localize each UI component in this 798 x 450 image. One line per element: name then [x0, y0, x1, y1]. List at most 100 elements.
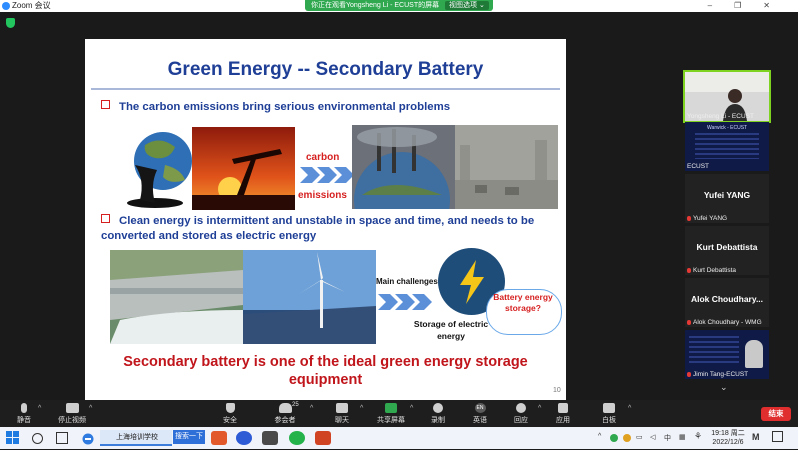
share-banner-text: 你正在观看Yongsheng Li - ECUST的屏幕: [311, 2, 440, 9]
encryption-shield-icon[interactable]: [6, 18, 15, 28]
search-button[interactable]: 搜索一下: [173, 430, 205, 444]
language-icon: EN: [474, 403, 486, 413]
apps-button[interactable]: 应用: [543, 403, 583, 425]
share-screen-button[interactable]: 共享屏幕: [371, 403, 411, 425]
participant-caption: ECUST: [687, 163, 710, 170]
language-button[interactable]: EN 英语: [460, 403, 500, 425]
slide-conclusion: Secondary battery is one of the ideal gr…: [123, 354, 528, 388]
chat-button[interactable]: 聊天: [322, 403, 362, 425]
ime-language-indicator[interactable]: 中: [664, 433, 671, 443]
windows-start-icon[interactable]: [6, 431, 19, 444]
participant-tile[interactable]: Yongsheng Li - ECUST: [683, 70, 771, 123]
share-options-chevron-icon[interactable]: ^: [410, 405, 413, 412]
security-button[interactable]: 安全: [210, 403, 250, 425]
participant-tile[interactable]: Warwick - ECUST ECUST: [685, 122, 769, 171]
participants-options-chevron-icon[interactable]: ^: [310, 405, 313, 412]
participant-tile[interactable]: Jimin Tang-ECUST: [685, 330, 769, 379]
participant-caption: Yufei YANG: [687, 215, 727, 222]
participant-big-name: Kurt Debattista: [696, 242, 758, 252]
presentation-slide: Green Energy -- Secondary Battery The ca…: [85, 39, 566, 400]
participant-big-name: Yufei YANG: [703, 190, 751, 200]
whiteboard-button[interactable]: 白板: [589, 403, 629, 425]
tray-app-icon[interactable]: [623, 434, 631, 442]
record-button[interactable]: 录制: [418, 403, 458, 425]
app-cube-icon[interactable]: [262, 431, 278, 445]
emissions-label: emissions: [298, 190, 347, 201]
tray-app-icon[interactable]: M: [752, 432, 760, 442]
mic-muted-icon: [687, 372, 691, 377]
polluted-earth-image: [115, 125, 195, 209]
participant-caption: Kurt Debattista: [687, 267, 736, 274]
hydropower-dam-image: [110, 250, 243, 344]
people-icon: [278, 403, 292, 413]
bullet-square-icon: [101, 100, 110, 109]
mic-muted-icon: [687, 320, 691, 325]
participant-caption: Yongsheng Li - ECUST: [687, 113, 754, 120]
reactions-button[interactable]: 回应: [501, 403, 541, 425]
oil-pump-sunset-image: [192, 127, 295, 210]
microphone-icon: [21, 403, 27, 413]
video-camera-icon: [65, 403, 79, 413]
shield-icon: [225, 403, 235, 413]
share-screen-icon: [385, 403, 397, 413]
emoji-icon: [516, 403, 526, 413]
record-icon: [433, 403, 443, 413]
reactions-options-chevron-icon[interactable]: ^: [538, 405, 541, 412]
thumb-title: Warwick - ECUST: [707, 125, 748, 131]
video-feed-image: [745, 340, 763, 368]
restore-icon[interactable]: ❐: [734, 1, 763, 10]
participant-tile[interactable]: Yufei YANG Yufei YANG: [685, 174, 769, 223]
thumb-slide-lines: [689, 336, 739, 366]
smog-globe-image: [352, 125, 455, 209]
bullet-square-icon: [101, 214, 110, 223]
edge-browser-icon[interactable]: [82, 432, 94, 445]
window-title: Zoom 会议: [12, 1, 51, 10]
participants-count: 25: [292, 402, 299, 408]
volume-icon[interactable]: ◁: [650, 433, 655, 441]
windows-taskbar: 上海培训学校 搜索一下 ^ ▭ ◁ 中 ▦ ⚘ 19:18 周二 2022/12…: [0, 427, 798, 449]
search-icon[interactable]: [32, 433, 43, 444]
chevron-arrows-icon: [378, 294, 432, 310]
audio-options-chevron-icon[interactable]: ^: [38, 405, 41, 412]
taskbar-clock[interactable]: 19:18 周二 2022/12/6: [710, 429, 746, 447]
slide-title: Green Energy -- Secondary Battery: [167, 59, 484, 80]
whiteboard-icon: [603, 403, 615, 413]
ime-ai-icon[interactable]: ⚘: [694, 431, 702, 442]
main-challenges-label: Main challenges: [376, 277, 438, 286]
taskbar-task-button[interactable]: 上海培训学校: [100, 430, 172, 446]
chevron-arrows-icon: [300, 167, 354, 183]
minimize-icon[interactable]: –: [708, 1, 734, 10]
participant-tile[interactable]: Alok Choudhary... Alok Choudhary - WMG: [685, 278, 769, 327]
powerpoint-icon[interactable]: [315, 431, 331, 445]
participant-tile[interactable]: Kurt Debattista Kurt Debattista: [685, 226, 769, 275]
zoom-app-icon[interactable]: [236, 431, 252, 445]
chat-options-chevron-icon[interactable]: ^: [360, 405, 363, 412]
participant-caption: Alok Choudhary - WMG: [687, 319, 762, 326]
network-icon[interactable]: ▭: [636, 433, 643, 441]
participants-button[interactable]: 25 参会者: [265, 402, 305, 425]
storage-label: Storage of electric energy: [413, 319, 489, 341]
stop-video-button[interactable]: 停止视频: [52, 403, 92, 425]
callout-text: Battery energy storage?: [493, 292, 553, 313]
tray-expand-chevron-icon[interactable]: ^: [598, 433, 601, 440]
close-icon[interactable]: ✕: [763, 1, 792, 10]
scroll-down-chevron-icon[interactable]: ⌄: [720, 382, 728, 393]
carbon-label: carbon: [306, 152, 340, 163]
notifications-icon[interactable]: [772, 431, 783, 442]
view-options-button[interactable]: 视图选项 ⌄: [445, 1, 489, 10]
whiteboard-options-chevron-icon[interactable]: ^: [628, 405, 631, 412]
apps-grid-icon: [558, 403, 568, 413]
end-meeting-button[interactable]: 结束: [761, 407, 791, 421]
wechat-icon[interactable]: [289, 431, 305, 445]
task-view-icon[interactable]: [56, 432, 68, 444]
bullet-carbon-emissions: The carbon emissions bring serious envir…: [101, 100, 541, 115]
title-divider: [91, 88, 560, 90]
video-options-chevron-icon[interactable]: ^: [89, 405, 92, 412]
meeting-toolbar: 静音 ^ 停止视频 ^ 安全 25 参会者 ^ 聊天 ^ 共享屏幕 ^ 录制 E…: [0, 400, 798, 427]
ime-grid-icon[interactable]: ▦: [679, 433, 686, 441]
thumb-slide-lines: [695, 133, 759, 159]
zoom-logo-icon: [2, 2, 10, 10]
app-g-icon[interactable]: [211, 431, 227, 445]
tray-app-icon[interactable]: [610, 434, 618, 442]
share-banner: 你正在观看Yongsheng Li - ECUST的屏幕 视图选项 ⌄: [305, 0, 493, 11]
